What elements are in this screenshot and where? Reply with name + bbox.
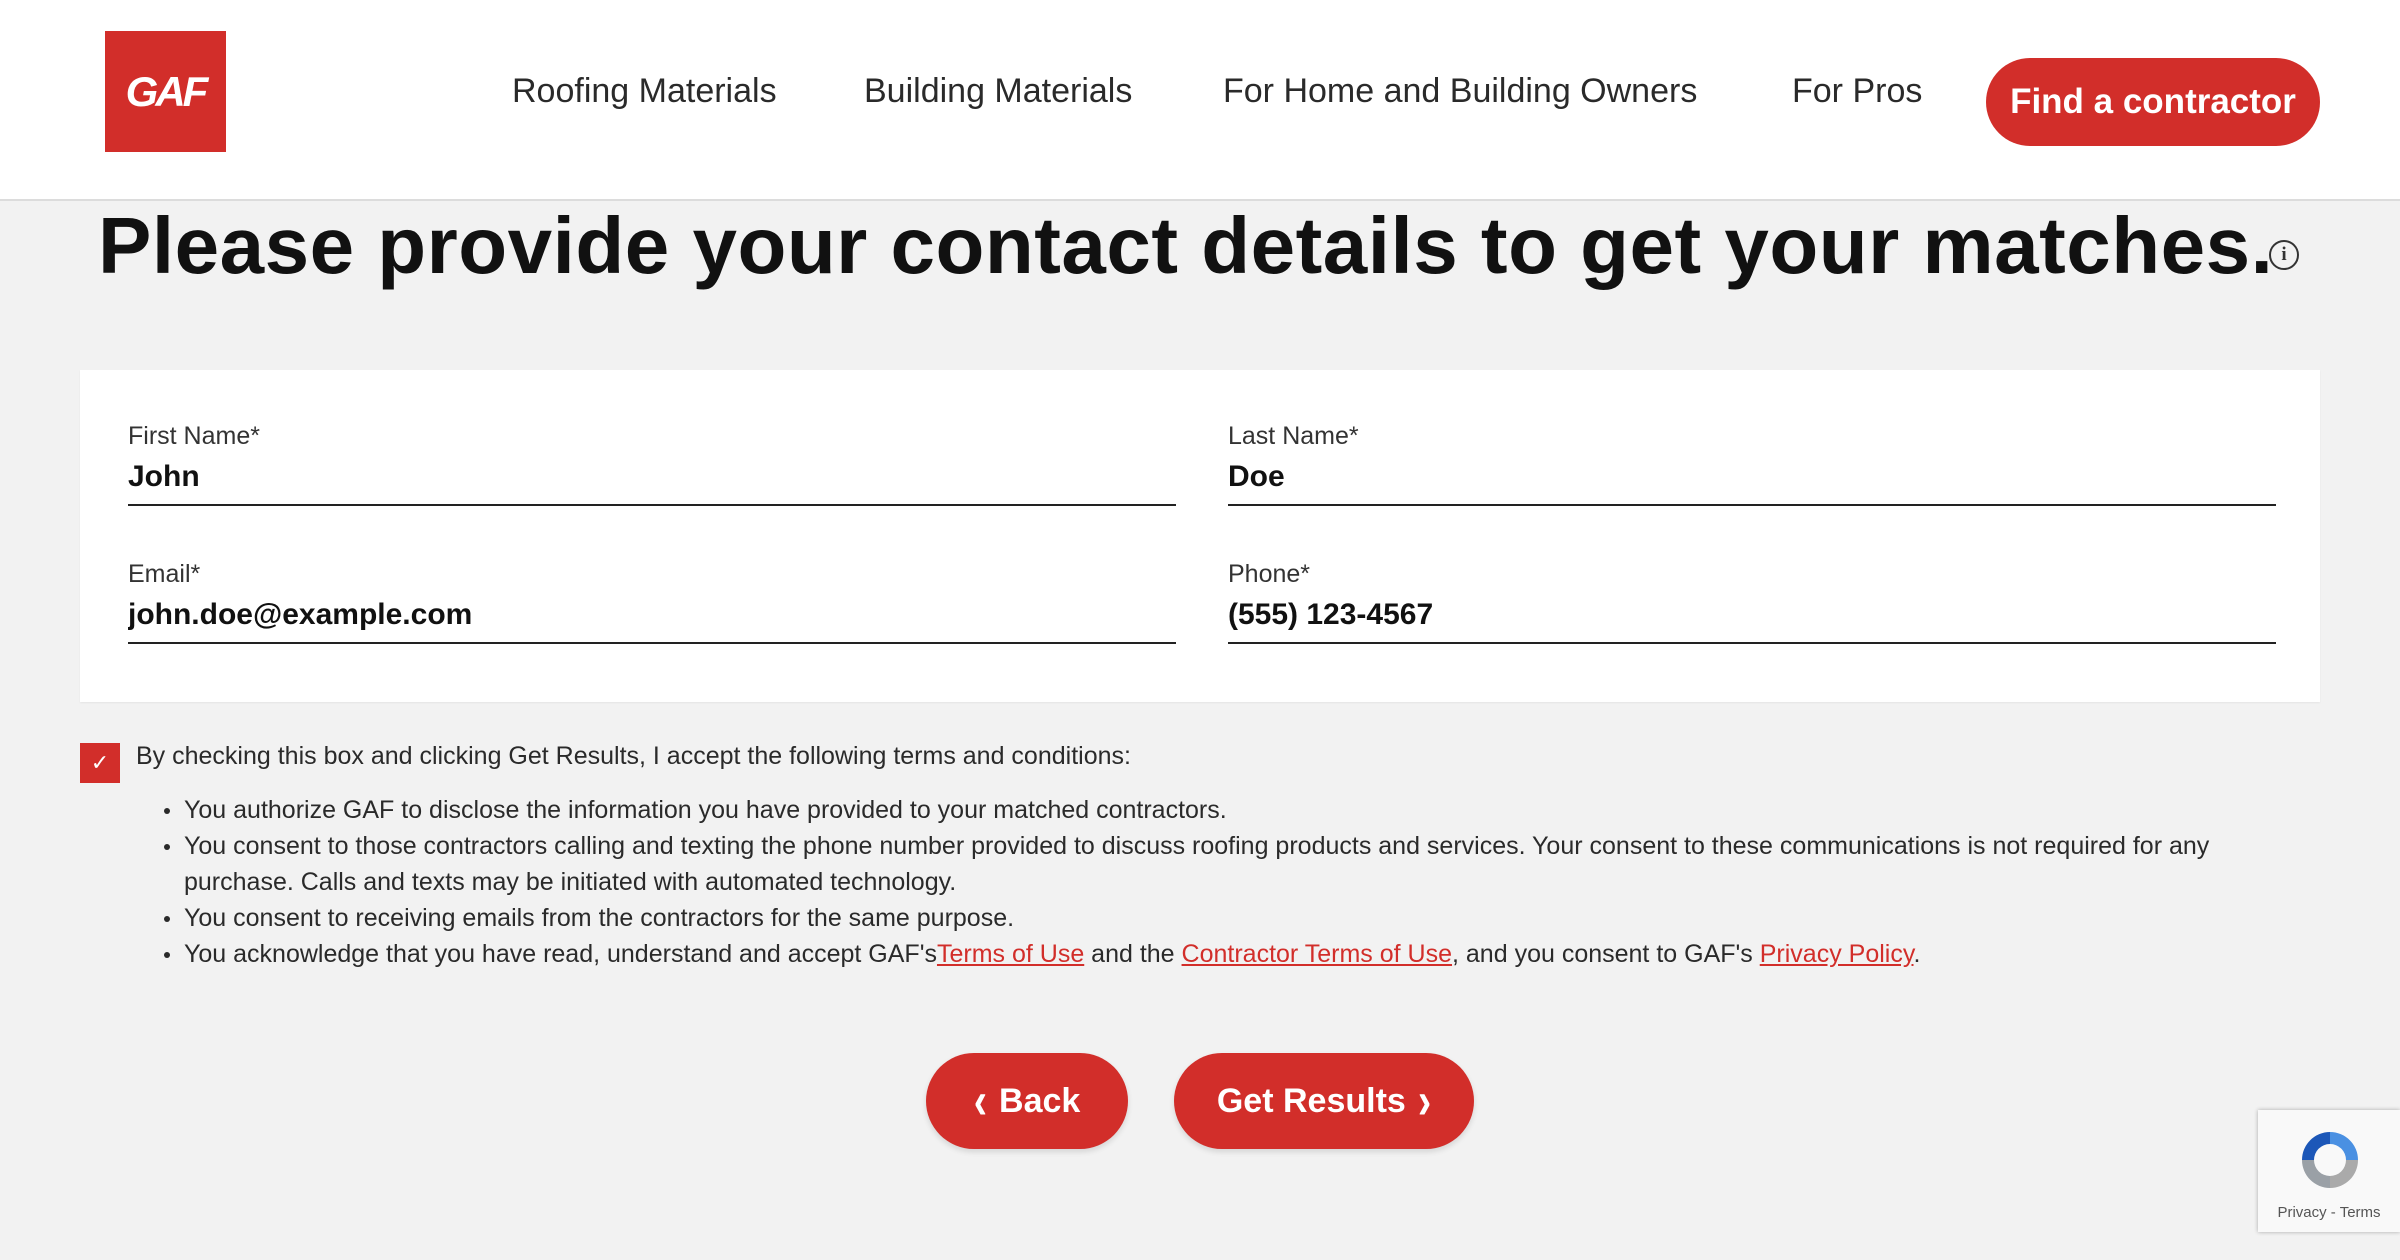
- logo-text: GAF: [125, 67, 209, 115]
- chevron-right-icon: ›: [1417, 1072, 1432, 1130]
- find-contractor-button[interactable]: Find a contractor: [1986, 58, 2320, 146]
- last-name-label: Last Name*: [1228, 422, 1359, 450]
- gaf-logo[interactable]: GAF: [105, 31, 226, 152]
- recaptcha-badge[interactable]: Privacy - Terms: [2258, 1110, 2400, 1232]
- terms-item: You consent to those contractors calling…: [136, 828, 2326, 900]
- phone-input[interactable]: [1228, 598, 2276, 644]
- last-name-field: Last Name*: [1228, 418, 2276, 506]
- recaptcha-icon: [2302, 1132, 2358, 1188]
- page-title: Please provide your contact details to g…: [98, 201, 2274, 290]
- terms-list: You authorize GAF to disclose the inform…: [136, 792, 2326, 972]
- privacy-policy-link[interactable]: Privacy Policy: [1760, 940, 1914, 968]
- nav-building-materials[interactable]: Building Materials: [864, 72, 1132, 111]
- email-input[interactable]: [128, 598, 1176, 644]
- contact-form: First Name* Last Name* Email* Phone*: [80, 370, 2320, 702]
- first-name-field: First Name*: [128, 418, 1176, 506]
- recaptcha-separator: -: [2326, 1204, 2340, 1221]
- terms-text: and the: [1084, 940, 1182, 968]
- phone-field: Phone*: [1228, 556, 2276, 644]
- nav-roofing-materials[interactable]: Roofing Materials: [512, 72, 777, 111]
- consent-checkbox[interactable]: ✓: [80, 743, 120, 783]
- terms-text: .: [1913, 940, 1921, 968]
- phone-label: Phone*: [1228, 560, 1311, 588]
- contractor-terms-link[interactable]: Contractor Terms of Use: [1182, 940, 1452, 968]
- terms-text: You acknowledge that you have read, unde…: [184, 940, 937, 968]
- terms-of-use-link[interactable]: Terms of Use: [937, 940, 1084, 968]
- email-field: Email*: [128, 556, 1176, 644]
- back-button[interactable]: ‹ Back: [926, 1053, 1128, 1149]
- terms-item: You consent to receiving emails from the…: [136, 900, 2326, 936]
- info-icon[interactable]: i: [2269, 240, 2299, 270]
- site-header: GAF Roofing Materials Building Materials…: [0, 0, 2400, 201]
- first-name-input[interactable]: [128, 460, 1176, 506]
- consent-intro-text: By checking this box and clicking Get Re…: [136, 742, 1131, 770]
- terms-item: You acknowledge that you have read, unde…: [136, 936, 2326, 972]
- first-name-label: First Name*: [128, 422, 260, 450]
- terms-text: , and you consent to GAF's: [1452, 940, 1760, 968]
- back-label: Back: [999, 1081, 1081, 1120]
- nav-for-pros[interactable]: For Pros: [1792, 72, 1922, 111]
- recaptcha-links: Privacy - Terms: [2258, 1204, 2400, 1221]
- get-results-label: Get Results: [1216, 1081, 1406, 1120]
- last-name-input[interactable]: [1228, 460, 2276, 506]
- terms-item: You authorize GAF to disclose the inform…: [136, 792, 2326, 828]
- email-label: Email*: [128, 560, 201, 588]
- chevron-left-icon: ‹: [973, 1072, 988, 1130]
- recaptcha-privacy-link[interactable]: Privacy: [2277, 1204, 2326, 1221]
- get-results-button[interactable]: Get Results ›: [1174, 1053, 1474, 1149]
- nav-home-building-owners[interactable]: For Home and Building Owners: [1223, 72, 1697, 111]
- recaptcha-terms-link[interactable]: Terms: [2340, 1204, 2381, 1221]
- checkmark-icon: ✓: [90, 750, 110, 775]
